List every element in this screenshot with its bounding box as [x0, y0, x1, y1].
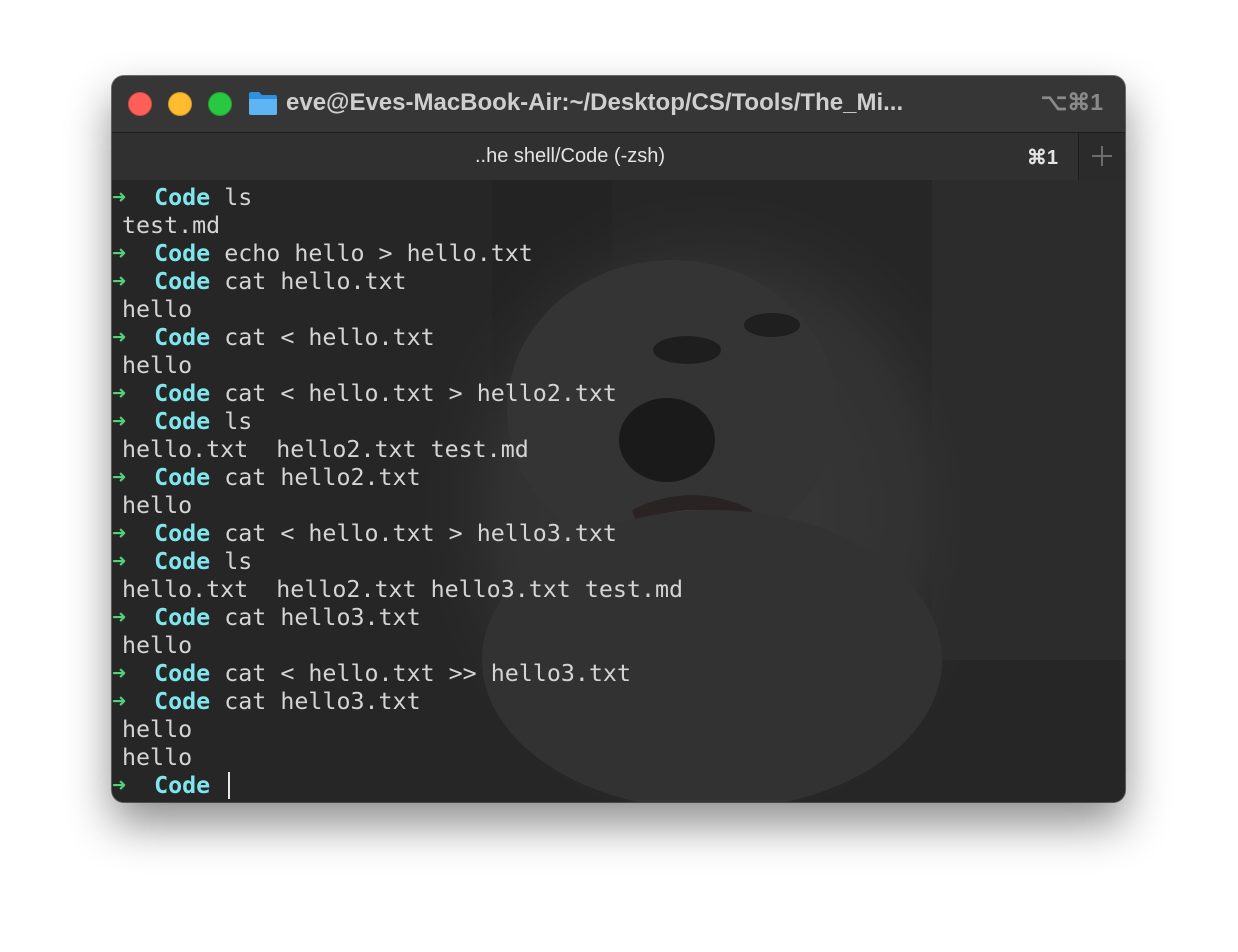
output-text: hello.txt hello2.txt test.md	[122, 436, 529, 463]
command-text: cat < hello.txt > hello2.txt	[224, 380, 617, 407]
tab-bar: ..he shell/Code (-zsh) ⌘1	[112, 132, 1125, 181]
terminal-output: ➜ Code ls test.md ➜ Code echo hello > hell…	[112, 184, 1125, 800]
prompt-directory: Code	[154, 408, 211, 435]
prompt-directory: Code	[154, 520, 211, 547]
prompt-arrow-icon: ➜	[112, 268, 127, 295]
prompt-line: ➜ Code cat < hello.txt > hello3.txt	[112, 520, 1125, 548]
output-line: hello.txt hello2.txt test.md	[112, 436, 1125, 464]
prompt-directory: Code	[154, 772, 211, 799]
prompt-line: ➜ Code ls	[112, 184, 1125, 212]
output-line: hello	[112, 492, 1125, 520]
output-text: test.md	[122, 212, 221, 239]
output-line: test.md	[112, 212, 1125, 240]
prompt-line: ➜ Code ls	[112, 408, 1125, 436]
prompt-arrow-icon: ➜	[112, 660, 127, 687]
prompt-directory: Code	[154, 268, 211, 295]
prompt-line: ➜ Code ls	[112, 548, 1125, 576]
prompt-line: ➜ Code cat < hello.txt	[112, 324, 1125, 352]
prompt-line: ➜ Code cat < hello.txt >> hello3.txt	[112, 660, 1125, 688]
prompt-directory: Code	[154, 604, 211, 631]
prompt-directory: Code	[154, 324, 211, 351]
prompt-line: ➜ Code cat hello.txt	[112, 268, 1125, 296]
prompt-arrow-icon: ➜	[112, 324, 127, 351]
prompt-directory: Code	[154, 380, 211, 407]
prompt-directory: Code	[154, 660, 211, 687]
command-text: cat < hello.txt > hello3.txt	[224, 520, 617, 547]
prompt-line: ➜ Code cat hello3.txt	[112, 604, 1125, 632]
prompt-directory: Code	[154, 548, 211, 575]
output-text: hello	[122, 296, 193, 323]
output-line: hello	[112, 296, 1125, 324]
prompt-arrow-icon: ➜	[112, 772, 127, 799]
prompt-directory: Code	[154, 688, 211, 715]
output-line: hello	[112, 352, 1125, 380]
command-text: ls	[224, 184, 253, 211]
prompt-line: ➜ Code echo hello > hello.txt	[112, 240, 1125, 268]
prompt-arrow-icon: ➜	[112, 688, 127, 715]
command-text: ls	[224, 408, 253, 435]
minimize-button[interactable]	[168, 92, 192, 116]
command-text: cat hello2.txt	[224, 464, 421, 491]
window-title: eve@Eves-MacBook-Air:~/Desktop/CS/Tools/…	[286, 89, 904, 116]
new-tab-button[interactable]	[1078, 133, 1125, 180]
prompt-line: ➜ Code cat < hello.txt > hello2.txt	[112, 380, 1125, 408]
prompt-line: ➜ Code cat hello2.txt	[112, 464, 1125, 492]
command-text: cat hello3.txt	[224, 688, 421, 715]
tab-zsh[interactable]: ..he shell/Code (-zsh) ⌘1	[112, 133, 1078, 180]
prompt-arrow-icon: ➜	[112, 184, 127, 211]
command-text: cat hello3.txt	[224, 604, 421, 631]
prompt-directory: Code	[154, 464, 211, 491]
prompt-line: ➜ Code	[112, 772, 1125, 800]
command-text: cat < hello.txt	[224, 324, 435, 351]
prompt-arrow-icon: ➜	[112, 520, 127, 547]
folder-icon	[249, 92, 277, 115]
prompt-arrow-icon: ➜	[112, 380, 127, 407]
text-cursor[interactable]	[228, 772, 231, 799]
command-text: ls	[224, 548, 253, 575]
output-text: hello.txt hello2.txt hello3.txt test.md	[122, 576, 684, 603]
prompt-arrow-icon: ➜	[112, 548, 127, 575]
command-text: echo hello > hello.txt	[224, 240, 533, 267]
command-text: cat < hello.txt >> hello3.txt	[224, 660, 631, 687]
terminal-window: eve@Eves-MacBook-Air:~/Desktop/CS/Tools/…	[112, 76, 1125, 802]
output-text: hello	[122, 744, 193, 771]
prompt-arrow-icon: ➜	[112, 604, 127, 631]
prompt-directory: Code	[154, 240, 211, 267]
output-line: hello.txt hello2.txt hello3.txt test.md	[112, 576, 1125, 604]
output-line: hello	[112, 632, 1125, 660]
output-line: hello	[112, 716, 1125, 744]
window-shortcut: ⌥⌘1	[1040, 89, 1103, 115]
output-text: hello	[122, 352, 193, 379]
tab-title: ..he shell/Code (-zsh)	[474, 145, 666, 167]
output-line: hello	[112, 744, 1125, 772]
zoom-button[interactable]	[208, 92, 232, 116]
output-text: hello	[122, 632, 193, 659]
terminal-content[interactable]: ➜ Code ls test.md ➜ Code echo hello > hell…	[112, 180, 1125, 802]
prompt-arrow-icon: ➜	[112, 408, 127, 435]
prompt-arrow-icon: ➜	[112, 240, 127, 267]
output-text: hello	[122, 492, 193, 519]
close-button[interactable]	[128, 92, 152, 116]
title-bar[interactable]: eve@Eves-MacBook-Air:~/Desktop/CS/Tools/…	[112, 76, 1125, 132]
command-text: cat hello.txt	[224, 268, 407, 295]
tab-shortcut: ⌘1	[1026, 147, 1058, 169]
output-text: hello	[122, 716, 193, 743]
prompt-arrow-icon: ➜	[112, 464, 127, 491]
prompt-directory: Code	[154, 184, 211, 211]
prompt-line: ➜ Code cat hello3.txt	[112, 688, 1125, 716]
